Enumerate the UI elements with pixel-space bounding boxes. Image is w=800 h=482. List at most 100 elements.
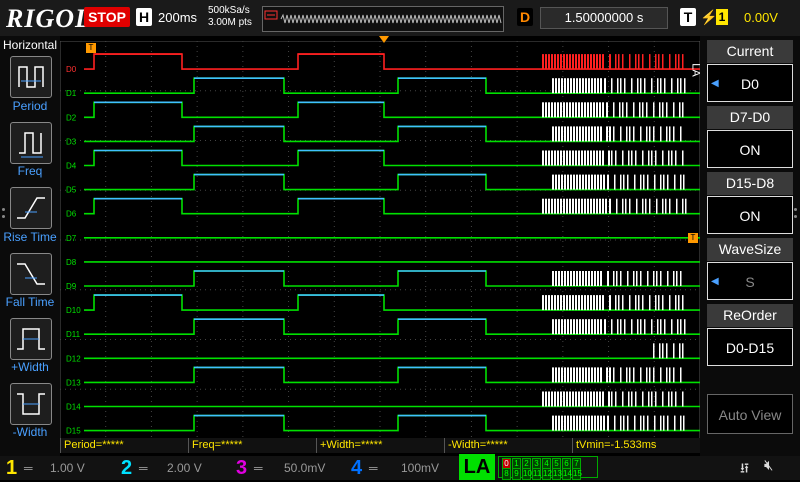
measure-positive-width[interactable]: +Width=***** bbox=[316, 438, 444, 453]
edge-mark bbox=[634, 174, 636, 190]
negative-width-button[interactable] bbox=[10, 383, 52, 425]
ch4-coupling-icon: ═ bbox=[369, 461, 378, 475]
d15-d8-toggle[interactable]: ON bbox=[707, 196, 793, 234]
la-channel-status[interactable]: 01234567 8 9 10 11 12 13 14 15 bbox=[498, 456, 598, 480]
edge-mark bbox=[682, 102, 684, 118]
edge-mark bbox=[563, 102, 565, 118]
channel-label-d15[interactable]: D15 bbox=[66, 427, 81, 436]
trigger-time-marker[interactable] bbox=[379, 36, 389, 43]
trigger-level-marker[interactable]: T bbox=[688, 233, 698, 243]
edge-mark bbox=[640, 126, 642, 142]
edge-mark bbox=[545, 54, 547, 70]
edge-mark bbox=[563, 150, 565, 166]
edge-mark bbox=[566, 295, 568, 311]
reorder-selector[interactable]: D0-D15 bbox=[707, 328, 793, 366]
edge-mark bbox=[596, 391, 598, 407]
trigger-position-marker[interactable]: T bbox=[86, 43, 96, 53]
edge-mark bbox=[622, 150, 624, 166]
edge-mark bbox=[557, 54, 559, 70]
auto-view-button[interactable]: Auto View bbox=[707, 394, 793, 434]
ch1-status[interactable]: 1 ═ 1.00 V bbox=[0, 456, 115, 480]
channel-label-d2[interactable]: D2 bbox=[66, 113, 77, 122]
channel-label-d0[interactable]: D0 bbox=[66, 65, 77, 74]
edge-mark bbox=[606, 102, 608, 118]
channel-label-d3[interactable]: D3 bbox=[66, 137, 77, 146]
channel-label-d12[interactable]: D12 bbox=[66, 354, 81, 363]
edge-mark bbox=[663, 415, 665, 431]
edge-mark bbox=[622, 102, 624, 118]
timebase-value[interactable]: 200ms bbox=[158, 10, 197, 25]
period-button[interactable] bbox=[10, 56, 52, 98]
edge-mark bbox=[619, 102, 621, 118]
edge-mark bbox=[629, 295, 631, 311]
ch4-status[interactable]: 4 ═ 100mV bbox=[345, 456, 455, 480]
channel-label-d1[interactable]: D1 bbox=[66, 89, 77, 98]
rise-time-button[interactable] bbox=[10, 187, 52, 229]
edge-mark bbox=[597, 174, 599, 190]
current-channel-selector[interactable]: ◀ D0 bbox=[707, 64, 793, 102]
measure-freq[interactable]: Freq=***** bbox=[188, 438, 316, 453]
delay-value[interactable]: 1.50000000 s bbox=[540, 7, 668, 29]
measure-negative-width[interactable]: -Width=***** bbox=[444, 438, 572, 453]
trigger-label: T bbox=[680, 8, 696, 26]
channel-label-d10[interactable]: D10 bbox=[66, 306, 81, 315]
ch2-scale: 2.00 V bbox=[167, 461, 202, 475]
edge-mark bbox=[663, 174, 665, 190]
la-button[interactable]: LA bbox=[459, 454, 495, 480]
edge-mark bbox=[588, 271, 590, 286]
edge-mark bbox=[555, 126, 557, 142]
edge-mark bbox=[679, 343, 681, 359]
wave-size-selector[interactable]: ◀ S bbox=[707, 262, 793, 300]
edge-mark bbox=[552, 271, 554, 286]
reorder-title: ReOrder bbox=[707, 304, 793, 327]
current-title: Current bbox=[707, 40, 793, 63]
edge-mark bbox=[563, 295, 565, 311]
channel-label-d11[interactable]: D11 bbox=[66, 330, 81, 339]
ch2-status[interactable]: 2 ═ 2.00 V bbox=[115, 456, 230, 480]
channel-label-d13[interactable]: D13 bbox=[66, 378, 81, 387]
channel-label-d6[interactable]: D6 bbox=[66, 210, 77, 219]
edge-mark bbox=[620, 78, 622, 94]
trigger-source[interactable]: 1 bbox=[716, 9, 728, 25]
edge-mark bbox=[557, 150, 559, 166]
edge-mark bbox=[584, 102, 586, 118]
edge-mark bbox=[585, 126, 587, 142]
trigger-level[interactable]: 0.00V bbox=[744, 10, 778, 25]
rise-time-icon bbox=[17, 197, 45, 219]
edge-mark bbox=[649, 54, 651, 70]
channel-label-d8[interactable]: D8 bbox=[66, 258, 77, 267]
edge-mark bbox=[545, 391, 547, 407]
ch3-status[interactable]: 3 ═ 50.0mV bbox=[230, 456, 345, 480]
period-icon bbox=[18, 66, 44, 88]
edge-mark bbox=[590, 295, 592, 311]
d7-d0-toggle[interactable]: ON bbox=[707, 130, 793, 168]
freq-button[interactable] bbox=[10, 122, 52, 164]
edge-mark bbox=[542, 150, 544, 166]
edge-mark bbox=[631, 78, 633, 94]
waveform-display[interactable]: D0 D1 D2 D3 D4 D5 D6 D7 D8 D9 D10 D11 D12 D13 D14 D15 bbox=[60, 41, 700, 439]
run-stop-status[interactable]: STOP bbox=[84, 7, 130, 27]
measure-tvmin[interactable]: tVmin=-1.533ms bbox=[572, 438, 700, 453]
channel-label-d5[interactable]: D5 bbox=[66, 186, 77, 195]
edge-mark bbox=[609, 295, 611, 311]
edge-mark bbox=[644, 319, 646, 335]
delay-label: D bbox=[517, 8, 533, 26]
edge-mark bbox=[594, 319, 596, 335]
channel-label-d7[interactable]: D7 bbox=[66, 234, 77, 243]
channel-label-d4[interactable]: D4 bbox=[66, 162, 77, 171]
measure-period[interactable]: Period=***** bbox=[60, 438, 188, 453]
edge-mark bbox=[602, 198, 604, 214]
edge-mark bbox=[588, 415, 590, 431]
edge-mark bbox=[669, 126, 671, 142]
edge-mark bbox=[569, 150, 571, 166]
la-channel-13: 13 bbox=[552, 468, 562, 480]
channel-label-d9[interactable]: D9 bbox=[66, 282, 77, 291]
edge-mark bbox=[609, 367, 611, 383]
memory-overview[interactable] bbox=[262, 6, 504, 32]
fall-time-button[interactable] bbox=[10, 253, 52, 295]
usb-icon: ⭿ bbox=[740, 460, 750, 476]
edge-mark bbox=[673, 343, 675, 359]
channel-label-d14[interactable]: D14 bbox=[66, 403, 81, 412]
positive-width-button[interactable] bbox=[10, 318, 52, 360]
edge-mark bbox=[579, 367, 581, 383]
